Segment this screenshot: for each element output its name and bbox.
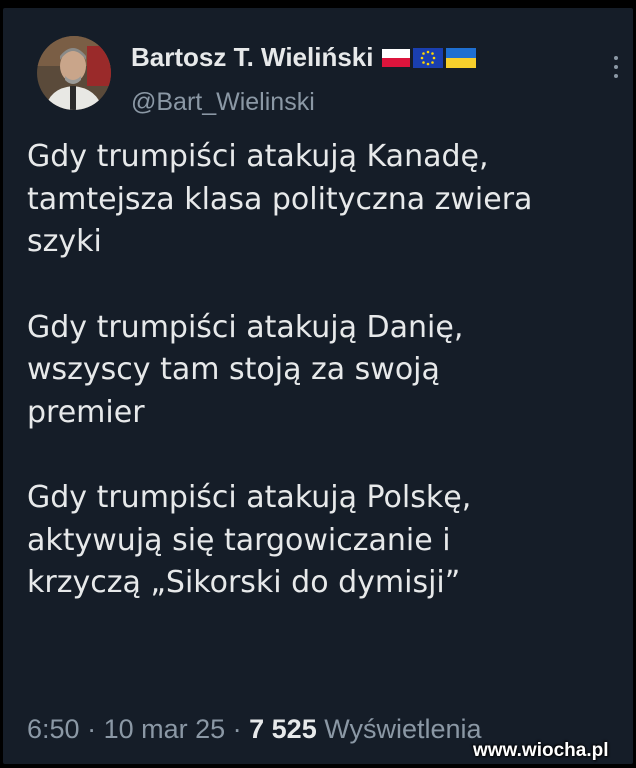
meta-separator: · [79, 714, 104, 744]
watermark: www.wiocha.pl [473, 740, 609, 761]
tweet-paragraph: Gdy trumpiści atakują Kanadę, tamtejsza … [27, 139, 533, 259]
tweet-date[interactable]: 10 mar 25 [104, 714, 226, 744]
more-options-icon[interactable] [609, 54, 623, 80]
views-count[interactable]: 7 525 [249, 714, 317, 744]
tweet-meta: 6:50 · 10 mar 25 · 7 525 Wyświetlenia [27, 714, 482, 745]
ukraine-flag-icon [445, 47, 476, 68]
tweet-paragraph: Gdy trumpiści atakują Danię, wszyscy tam… [27, 309, 464, 430]
avatar[interactable] [37, 36, 111, 110]
tweet-paragraph: Gdy trumpiści atakują Polskę, aktywują s… [27, 480, 472, 600]
poland-flag-icon [381, 48, 410, 67]
meta-separator: · [225, 714, 250, 744]
views-label: Wyświetlenia [324, 714, 482, 744]
author-name-row[interactable]: Bartosz T. Wieliński [131, 42, 476, 73]
tweet-time[interactable]: 6:50 [27, 714, 80, 744]
flags [381, 47, 476, 69]
author-display-name[interactable]: Bartosz T. Wieliński [131, 42, 374, 73]
author-handle[interactable]: @Bart_Wielinski [131, 88, 315, 117]
tweet-text: Gdy trumpiści atakują Kanadę, tamtejsza … [27, 136, 625, 648]
eu-flag-icon [412, 47, 443, 68]
tweet-card: Bartosz T. Wieliński @Bart_Wielinski Gdy… [3, 8, 633, 764]
avatar-photo [37, 36, 111, 110]
